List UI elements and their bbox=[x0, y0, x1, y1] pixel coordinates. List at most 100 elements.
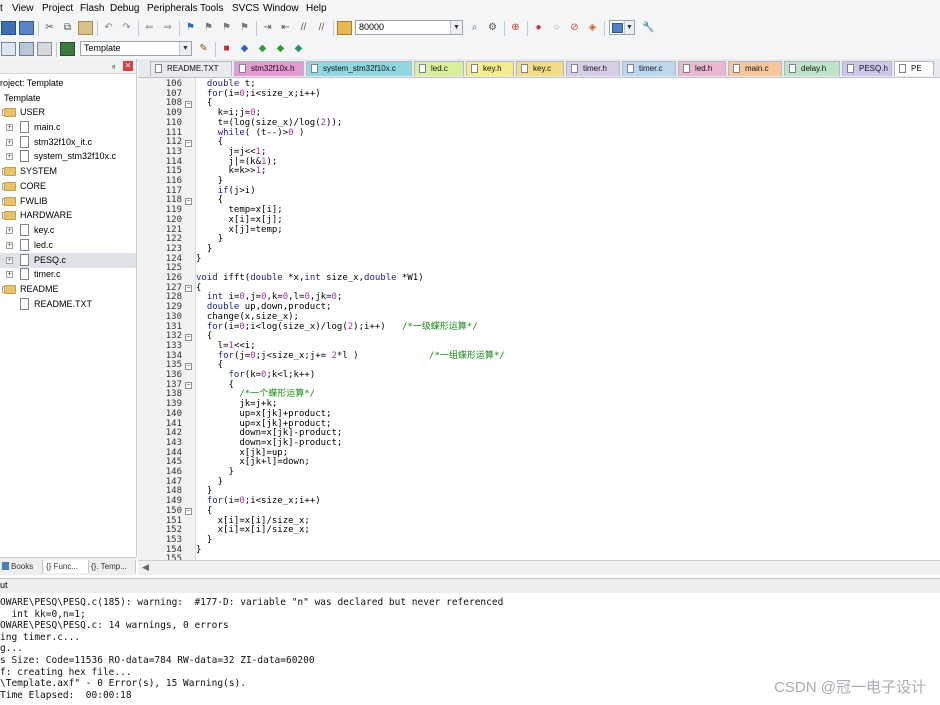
code-editor[interactable]: double t; for(i=0;i<size_x;i++) { k=i;j=… bbox=[196, 78, 940, 560]
uncomment-icon[interactable]: // bbox=[314, 21, 329, 35]
collapse-icon[interactable]: − bbox=[185, 100, 192, 108]
expand-icon[interactable]: + bbox=[6, 241, 13, 249]
pack-installer-icon[interactable]: ◆ bbox=[255, 42, 270, 56]
tree-folder[interactable]: −HARDWARE bbox=[0, 208, 136, 223]
expand-icon[interactable]: + bbox=[6, 123, 13, 131]
tree-folder[interactable]: +SYSTEM bbox=[0, 164, 136, 179]
redo-icon[interactable]: ↷ bbox=[119, 21, 134, 35]
editor-tab[interactable]: key.c bbox=[516, 61, 564, 76]
menu-window[interactable]: Window bbox=[263, 3, 299, 14]
nav-forward-icon[interactable]: ⇒ bbox=[160, 21, 175, 35]
editor-tab[interactable]: timer.c bbox=[622, 61, 676, 76]
find-in-files-icon[interactable] bbox=[337, 21, 352, 35]
debug-session-icon[interactable]: ⊕ bbox=[508, 21, 523, 35]
editor-tab[interactable]: PE bbox=[894, 61, 934, 76]
paste-icon[interactable] bbox=[78, 21, 93, 35]
functions-tab[interactable]: {} Func... bbox=[44, 560, 89, 573]
disable-all-breakpoints-icon[interactable]: ◈ bbox=[585, 21, 600, 35]
editor-tab[interactable]: delay.h bbox=[784, 61, 840, 76]
expand-icon[interactable]: + bbox=[6, 256, 13, 264]
copy-icon[interactable]: ⧉ bbox=[60, 21, 75, 35]
rebuild-icon[interactable] bbox=[37, 42, 52, 56]
chevron-down-icon[interactable]: ▼ bbox=[450, 21, 462, 34]
menu-project[interactable]: Project bbox=[42, 3, 73, 14]
editor-tab[interactable]: main.c bbox=[728, 61, 782, 76]
bookmark-icon[interactable]: ⚑ bbox=[183, 21, 198, 35]
target-select[interactable]: Template ▼ bbox=[80, 41, 192, 56]
editor-tab[interactable]: system_stm32f10x.c bbox=[306, 61, 412, 76]
editor-tab[interactable]: stm32f10x.h bbox=[234, 61, 304, 76]
tree-file[interactable]: + main.c bbox=[0, 120, 136, 135]
project-title-row[interactable]: roject: Template bbox=[0, 76, 136, 91]
indent-icon[interactable]: ⇥ bbox=[260, 21, 275, 35]
cut-icon[interactable]: ✂ bbox=[42, 21, 57, 35]
editor-tab[interactable]: led.h bbox=[678, 61, 726, 76]
expand-icon[interactable]: + bbox=[6, 227, 13, 234]
menu-flash[interactable]: Flash bbox=[80, 3, 104, 14]
window-layout-combo[interactable]: ▼ bbox=[609, 20, 635, 35]
tree-root-row[interactable]: Template bbox=[0, 91, 136, 106]
download-icon[interactable] bbox=[60, 42, 75, 56]
menu-svcs[interactable]: SVCS bbox=[232, 3, 259, 14]
nav-back-icon[interactable]: ⇐ bbox=[142, 21, 157, 35]
tree-folder[interactable]: +CORE bbox=[0, 179, 136, 194]
wrench-icon[interactable]: 🔧 bbox=[641, 21, 656, 35]
tree-file[interactable]: + key.c bbox=[0, 223, 136, 238]
collapse-icon[interactable]: − bbox=[185, 333, 192, 341]
books-tab[interactable]: Books bbox=[0, 560, 43, 573]
collapse-icon[interactable]: − bbox=[185, 508, 192, 516]
tree-folder[interactable]: +FWLIB bbox=[0, 194, 136, 209]
manage-run-time-icon[interactable]: ◆ bbox=[273, 42, 288, 56]
unindent-icon[interactable]: ⇤ bbox=[278, 21, 293, 35]
menu-help[interactable]: Help bbox=[306, 3, 327, 14]
tree-folder[interactable]: −README bbox=[0, 282, 136, 297]
menu-debug[interactable]: Debug bbox=[110, 3, 139, 14]
tree-file[interactable]: + PESQ.c bbox=[0, 252, 136, 268]
pin-icon[interactable]: ₔ bbox=[112, 60, 115, 70]
tree-file[interactable]: + stm32f10x_it.c bbox=[0, 135, 136, 150]
chevron-down-icon[interactable]: ▼ bbox=[624, 21, 634, 34]
menu-peripherals[interactable]: Peripherals bbox=[147, 3, 198, 14]
menu-view[interactable]: View bbox=[12, 3, 34, 14]
collapse-icon[interactable]: − bbox=[185, 362, 192, 370]
build-icon[interactable] bbox=[19, 42, 34, 56]
editor-tab[interactable]: README.TXT bbox=[150, 61, 232, 76]
tree-file[interactable]: + led.c bbox=[0, 238, 136, 253]
tree-file[interactable]: + timer.c bbox=[0, 267, 136, 282]
rte-icon[interactable]: ◆ bbox=[291, 42, 306, 56]
next-bookmark-icon[interactable]: ⚑ bbox=[219, 21, 234, 35]
configure-icon[interactable]: ⚙ bbox=[485, 21, 500, 35]
breakpoint-icon[interactable]: ● bbox=[531, 21, 546, 35]
editor-horizontal-scrollbar[interactable]: ◀ bbox=[138, 560, 940, 575]
chevron-down-icon[interactable]: ▼ bbox=[179, 42, 191, 55]
collapse-icon[interactable]: − bbox=[185, 285, 192, 293]
collapse-icon[interactable]: − bbox=[185, 139, 192, 147]
scroll-left-icon[interactable]: ◀ bbox=[142, 562, 149, 573]
editor-tab[interactable]: PESQ.h bbox=[842, 61, 892, 76]
collapse-icon[interactable]: − bbox=[185, 382, 192, 390]
editor-tab[interactable]: key.h bbox=[466, 61, 514, 76]
templates-tab[interactable]: {}. Temp... bbox=[89, 560, 136, 573]
prev-bookmark-icon[interactable]: ⚑ bbox=[201, 21, 216, 35]
find-combo[interactable]: 80000 ▼ bbox=[355, 20, 463, 35]
find-icon[interactable]: ⌕ bbox=[467, 21, 482, 35]
expand-icon[interactable]: + bbox=[6, 138, 13, 146]
editor-tab[interactable]: timer.h bbox=[566, 61, 620, 76]
undo-icon[interactable]: ↶ bbox=[101, 21, 116, 35]
close-icon[interactable]: ✕ bbox=[123, 61, 133, 71]
clear-bookmarks-icon[interactable]: ⚑ bbox=[237, 21, 252, 35]
expand-icon[interactable]: + bbox=[6, 271, 13, 279]
expand-icon[interactable]: + bbox=[6, 153, 13, 161]
editor-tab[interactable]: led.c bbox=[414, 61, 464, 76]
disable-breakpoint-icon[interactable]: ○ bbox=[549, 21, 564, 35]
translate-icon[interactable] bbox=[1, 42, 16, 56]
save-all-icon[interactable] bbox=[19, 21, 34, 35]
menu-tools[interactable]: Tools bbox=[200, 3, 223, 14]
tree-folder[interactable]: −USER bbox=[0, 105, 136, 120]
comment-icon[interactable]: // bbox=[296, 21, 311, 35]
collapse-icon[interactable]: − bbox=[185, 197, 192, 205]
menu-edit[interactable]: t bbox=[0, 3, 3, 14]
save-icon[interactable] bbox=[1, 21, 16, 35]
select-packs-icon[interactable]: ◆ bbox=[237, 42, 252, 56]
tree-file[interactable]: + system_stm32f10x.c bbox=[0, 149, 136, 164]
